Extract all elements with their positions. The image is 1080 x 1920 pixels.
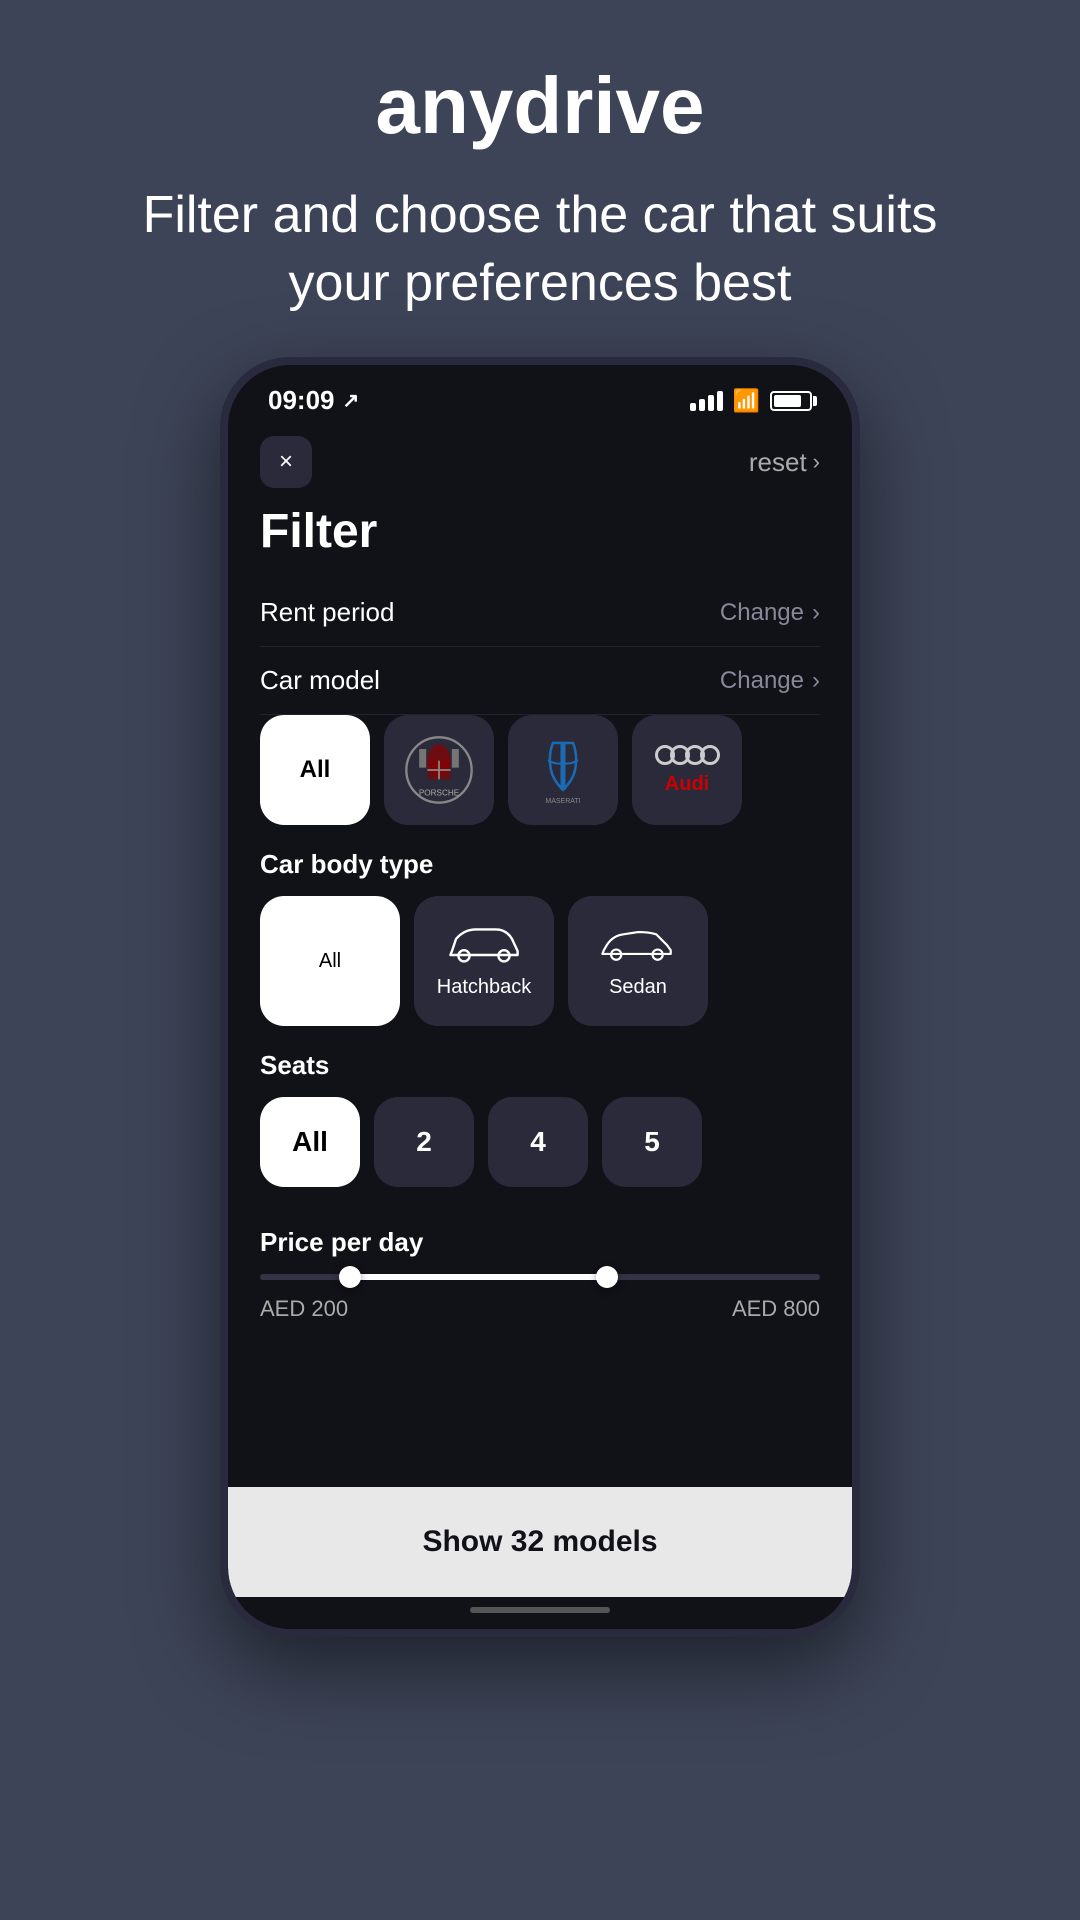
seats-section-title: Seats [260,1050,820,1081]
price-max-label: AED 800 [732,1296,820,1322]
rent-period-row[interactable]: Rent period Change › [260,579,820,647]
status-bar: 09:09 ↗ 📶 [228,365,852,426]
body-types-row: All Hatchback [260,896,820,1026]
reset-chevron-icon: › [813,449,820,475]
home-bar [470,1607,610,1613]
brand-all-button[interactable]: All [260,715,370,825]
brand-maserati-button[interactable]: MASERATI [508,715,618,825]
seats-all-button[interactable]: All [260,1097,360,1187]
filter-content: × reset › Filter Rent period Change › [228,426,852,1471]
seats-row: All 2 4 5 [260,1097,820,1187]
svg-text:PORSCHE: PORSCHE [419,789,460,798]
phone-shell: 09:09 ↗ 📶 [220,357,860,1637]
body-type-section-title: Car body type [260,849,820,880]
maserati-logo-icon: MASERATI [528,735,598,805]
price-section: Price per day AED 200 AED 800 [260,1207,820,1322]
hatchback-icon [444,923,524,968]
price-min-thumb[interactable] [339,1266,361,1288]
show-models-button[interactable]: Show 32 models [228,1487,852,1597]
battery-icon [770,391,812,411]
body-type-sedan-button[interactable]: Sedan [568,896,708,1026]
phone-screen: 09:09 ↗ 📶 [228,365,852,1629]
seats-4-button[interactable]: 4 [488,1097,588,1187]
rent-period-action[interactable]: Change › [720,599,820,627]
sedan-icon [598,923,678,968]
brand-audi-button[interactable]: Audi [632,715,742,825]
home-indicator [228,1597,852,1629]
rent-period-chevron-icon: › [812,599,820,627]
app-subtitle: Filter and choose the car that suits you… [90,182,990,317]
top-section: anydrive Filter and choose the car that … [0,0,1080,357]
signal-icon [690,391,723,411]
body-type-hatchback-button[interactable]: Hatchback [414,896,554,1026]
body-type-all-button[interactable]: All [260,896,400,1026]
status-icons: 📶 [690,388,812,414]
seats-2-button[interactable]: 2 [374,1097,474,1187]
car-model-action[interactable]: Change › [720,667,820,695]
price-section-title: Price per day [260,1227,820,1258]
rent-period-label: Rent period [260,597,394,628]
brands-row: All [260,715,820,825]
car-model-row[interactable]: Car model Change › [260,647,820,715]
price-max-thumb[interactable] [596,1266,618,1288]
price-labels: AED 200 AED 800 [260,1296,820,1322]
price-slider-fill [350,1274,608,1280]
porsche-logo-icon: PORSCHE [404,735,474,805]
svg-text:MASERATI: MASERATI [545,798,580,805]
audi-logo-icon: Audi [652,735,722,805]
wifi-icon: 📶 [733,388,760,414]
brand-porsche-button[interactable]: PORSCHE [384,715,494,825]
app-title: anydrive [375,60,704,152]
location-icon: ↗ [343,388,360,413]
status-time: 09:09 ↗ [268,385,359,416]
close-button[interactable]: × [260,436,312,488]
show-models-label: Show 32 models [422,1525,657,1559]
reset-button[interactable]: reset › [749,447,820,478]
filter-topbar: × reset › [260,436,820,488]
phone-mockup: 09:09 ↗ 📶 [220,357,860,1637]
filter-title: Filter [260,504,820,559]
car-model-chevron-icon: › [812,667,820,695]
seats-5-button[interactable]: 5 [602,1097,702,1187]
car-model-label: Car model [260,665,380,696]
price-min-label: AED 200 [260,1296,348,1322]
price-slider[interactable] [260,1274,820,1280]
